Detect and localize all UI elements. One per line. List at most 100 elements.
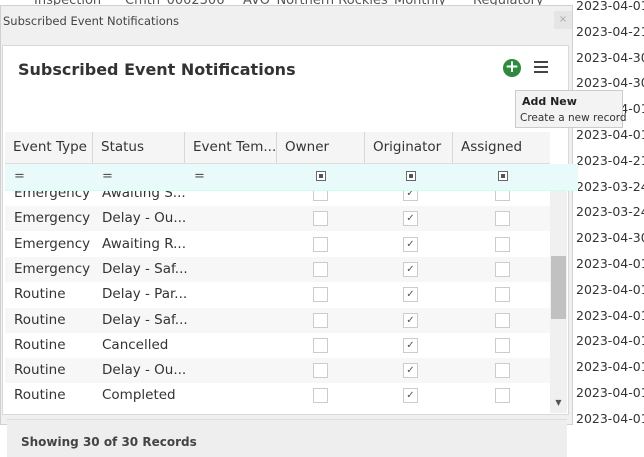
dialog-window: Subscribed Event Notifications × Subscri… [0, 5, 578, 457]
dialog-title: Subscribed Event Notifications [3, 14, 180, 28]
cell-status: Delay - Par... [102, 286, 188, 303]
table-row[interactable]: Routine Delay - Par... ✓ [5, 282, 550, 307]
cell-status: Delay - Ou... [102, 362, 187, 379]
checkbox-assigned[interactable] [495, 388, 510, 404]
cell-event-type: Routine [14, 311, 66, 328]
checkbox-originator[interactable]: ✓ [403, 388, 418, 404]
list-icon[interactable] [534, 60, 548, 74]
scrollbar-thumb[interactable] [551, 256, 566, 319]
filter-row: = = = [5, 164, 578, 191]
cell-status: Delay - Ou... [102, 210, 187, 227]
background-date: 2023-04-01 [576, 256, 644, 271]
cell-event-type: Routine [14, 336, 66, 353]
filter-assigned-checkbox[interactable] [498, 171, 508, 181]
checkbox-owner[interactable] [313, 211, 328, 227]
tooltip-text: Create a new record [520, 112, 627, 124]
background-date: 2023-04-30 [576, 230, 644, 246]
background-date: 2023-04-01 [576, 359, 644, 375]
cell-event-type: Routine [14, 362, 66, 379]
cell-event-type: Emergency [14, 191, 91, 201]
column-header-originator[interactable]: Originator [365, 132, 453, 163]
background-date: 2023-04-01 [576, 0, 644, 13]
close-button[interactable]: × [554, 11, 572, 29]
dialog-titlebar[interactable]: Subscribed Event Notifications × [1, 6, 572, 36]
checkbox-originator[interactable]: ✓ [403, 337, 418, 353]
grid-header: Event Type Status Event Tem... Owner Ori… [5, 132, 550, 164]
background-date: 2023-04-30 [576, 49, 644, 65]
background-date: 2023-04-01 [576, 333, 644, 349]
filter-event-template[interactable]: = [185, 164, 205, 190]
add-new-tooltip: Add New Create a new record [515, 90, 627, 128]
checkbox-assigned[interactable] [495, 236, 510, 252]
filter-originator-checkbox[interactable] [406, 171, 416, 181]
cell-status: Completed [102, 387, 176, 404]
cell-status: Awaiting S... [102, 191, 186, 201]
background-date: 2023-04-01 [576, 385, 644, 400]
filter-event-type[interactable]: = [5, 164, 25, 190]
table-row[interactable]: Routine Delay - Ou... ✓ [5, 358, 550, 384]
background-date: 2023-04-01 [576, 307, 644, 323]
checkbox-assigned[interactable] [495, 312, 510, 328]
table-row[interactable]: Routine Completed ✓ [5, 383, 550, 408]
background-date: 2023-04-01 [576, 127, 644, 142]
checkbox-assigned[interactable] [495, 191, 510, 201]
tooltip-title: Add New [522, 95, 577, 108]
checkbox-assigned[interactable] [495, 211, 510, 227]
checkbox-assigned[interactable] [495, 287, 510, 303]
checkbox-assigned[interactable] [495, 261, 510, 277]
checkbox-originator[interactable]: ✓ [403, 363, 418, 379]
cell-event-type: Routine [14, 286, 66, 303]
column-header-owner[interactable]: Owner [277, 132, 365, 163]
table-row[interactable]: Emergency Delay - Ou... ✓ [5, 206, 550, 232]
checkbox-originator[interactable]: ✓ [403, 261, 418, 277]
cell-event-type: Emergency [14, 235, 91, 252]
background-date: 2023-04-01 [576, 281, 644, 297]
checkbox-owner[interactable] [313, 287, 328, 303]
table-row[interactable]: Emergency Awaiting R... ✓ [5, 232, 550, 257]
checkbox-owner[interactable] [313, 312, 328, 328]
checkbox-owner[interactable] [313, 236, 328, 252]
cell-status: Awaiting R... [102, 235, 186, 252]
grid-rows: Emergency Awaiting S... ✓ Emergency Delay - … [5, 191, 550, 413]
grid-panel: Subscribed Event Notifications + Event T… [2, 45, 578, 457]
checkbox-assigned[interactable] [495, 363, 510, 379]
vertical-scrollbar[interactable]: ▼ [550, 191, 567, 413]
background-date: 2023-04-30 [576, 75, 644, 91]
column-header-assigned[interactable]: Assigned [453, 132, 550, 163]
checkbox-originator[interactable]: ✓ [403, 236, 418, 252]
checkbox-owner[interactable] [313, 191, 328, 201]
checkbox-owner[interactable] [313, 388, 328, 404]
table-row[interactable]: Routine Delay - Saf... ✓ [5, 307, 550, 333]
column-header-event-template[interactable]: Event Tem... [185, 132, 277, 163]
background-date: 2023-04-21 [576, 23, 644, 39]
background-date: 2023-04-01 [576, 410, 644, 426]
background-date: 2023-03-24 [576, 178, 644, 194]
chevron-down-icon[interactable]: ▼ [550, 398, 567, 412]
cell-event-type: Routine [14, 387, 66, 404]
add-circle-icon[interactable]: + [503, 59, 521, 77]
cell-status: Cancelled [102, 336, 169, 353]
panel-title: Subscribed Event Notifications [18, 60, 296, 79]
cell-status: Delay - Saf... [102, 260, 188, 277]
column-header-event-type[interactable]: Event Type [5, 132, 93, 163]
checkbox-originator[interactable]: ✓ [403, 211, 418, 227]
column-header-status[interactable]: Status [93, 132, 185, 163]
table-row[interactable]: Emergency Delay - Saf... ✓ [5, 256, 550, 282]
checkbox-owner[interactable] [313, 261, 328, 277]
checkbox-originator[interactable]: ✓ [403, 191, 418, 201]
table-row[interactable]: Emergency Awaiting S... ✓ [5, 191, 550, 206]
checkbox-owner[interactable] [313, 337, 328, 353]
filter-owner-checkbox[interactable] [316, 171, 326, 181]
cell-status: Delay - Saf... [102, 311, 188, 328]
background-date-column: 2023-04-01 2023-04-21 2023-04-30 2023-04-30… [575, 0, 644, 426]
checkbox-assigned[interactable] [495, 337, 510, 353]
filter-status[interactable]: = [93, 164, 113, 190]
checkbox-originator[interactable]: ✓ [403, 312, 418, 328]
cell-event-type: Emergency [14, 260, 91, 277]
background-date: 2023-04-21 [576, 152, 644, 168]
cell-event-type: Emergency [14, 210, 91, 227]
checkbox-owner[interactable] [313, 363, 328, 379]
background-date: 2023-03-24 [576, 204, 644, 220]
table-row[interactable]: Routine Cancelled ✓ [5, 333, 550, 358]
checkbox-originator[interactable]: ✓ [403, 287, 418, 303]
